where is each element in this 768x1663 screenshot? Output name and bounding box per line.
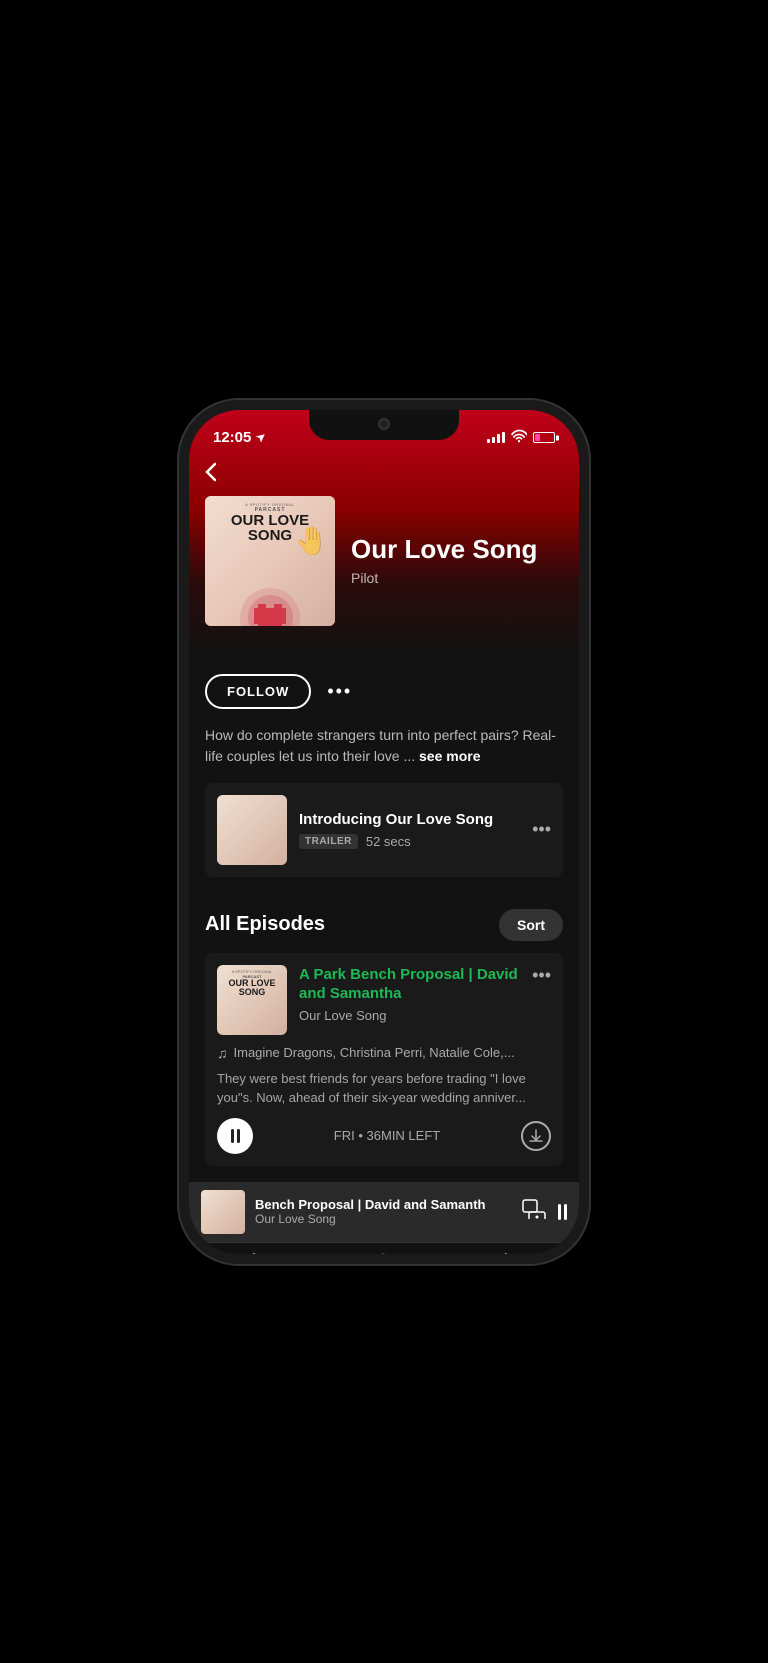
episode-description: They were best friends for years before … <box>217 1069 551 1108</box>
episode-music: ♫ Imagine Dragons, Christina Perri, Nata… <box>217 1045 551 1061</box>
podcast-subtitle: Pilot <box>351 570 563 586</box>
trailer-duration: 52 secs <box>366 834 411 849</box>
phone-screen: 12:05 <box>189 410 579 1254</box>
episode-time-left: 36MIN LEFT <box>367 1128 441 1143</box>
action-row: FOLLOW ••• <box>189 658 579 725</box>
library-icon <box>503 1251 525 1254</box>
ellipsis: ... <box>403 748 415 764</box>
nav-home[interactable]: Home <box>189 1251 319 1254</box>
notch <box>309 410 459 440</box>
music-note-icon: ♫ <box>217 1045 228 1061</box>
follow-button[interactable]: FOLLOW <box>205 674 311 709</box>
mini-info: Bench Proposal | David and Samanth Our L… <box>255 1197 512 1226</box>
status-icons <box>487 429 555 446</box>
battery-fill <box>535 434 540 441</box>
mini-thumbnail <box>201 1190 245 1234</box>
header-section: 12:05 <box>189 410 579 658</box>
episode-more-button[interactable]: ••• <box>532 965 551 986</box>
episode-controls: FRI • 36MIN LEFT <box>217 1118 551 1154</box>
episode-thumbnail: A SPOTIFY ORIGINAL PARCAST OUR LOVE SONG <box>217 965 287 1035</box>
device-button[interactable] <box>522 1199 546 1224</box>
nav-search[interactable]: Search <box>319 1251 449 1254</box>
battery-icon <box>533 432 555 443</box>
phone-frame: 12:05 <box>189 410 579 1254</box>
search-icon <box>373 1251 395 1254</box>
pause-button[interactable] <box>217 1118 253 1154</box>
nav-library[interactable]: Your Library <box>449 1251 579 1254</box>
podcast-title: Our Love Song <box>351 535 563 564</box>
trailer-badge: TRAILER <box>299 834 358 849</box>
all-episodes-title: All Episodes <box>205 913 325 936</box>
episode-music-text: Imagine Dragons, Christina Perri, Natali… <box>234 1045 515 1060</box>
more-button[interactable]: ••• <box>327 681 352 702</box>
episode-day: FRI <box>334 1128 355 1143</box>
download-icon <box>529 1129 543 1143</box>
trailer-title: Introducing Our Love Song <box>299 811 520 828</box>
trailer-meta: TRAILER 52 secs <box>299 834 520 849</box>
mini-show: Our Love Song <box>255 1212 512 1226</box>
mini-controls <box>522 1199 567 1224</box>
episode-header: A SPOTIFY ORIGINAL PARCAST OUR LOVE SONG… <box>217 965 551 1035</box>
pause-icon <box>231 1129 240 1143</box>
home-icon <box>243 1251 265 1254</box>
mini-player[interactable]: Bench Proposal | David and Samanth Our L… <box>189 1182 579 1242</box>
all-episodes-header: All Episodes Sort <box>189 893 579 953</box>
podcast-header: A SPOTIFY ORIGINAL PARCAST OUR LOVE SONG <box>189 496 579 642</box>
cover-title-our: OUR LOVE <box>231 513 309 528</box>
camera <box>378 418 390 430</box>
location-icon <box>255 432 267 444</box>
see-more-link[interactable]: see more <box>419 748 480 764</box>
trailer-more-button[interactable]: ••• <box>532 819 551 840</box>
scroll-content[interactable]: FOLLOW ••• How do complete strangers tur… <box>189 658 579 1254</box>
signal-icon <box>487 432 505 443</box>
episode-title: A Park Bench Proposal | David and Samant… <box>299 965 520 1004</box>
trailer-info: Introducing Our Love Song TRAILER 52 sec… <box>299 811 520 849</box>
wifi-icon <box>511 429 527 446</box>
description: How do complete strangers turn into perf… <box>189 725 579 783</box>
episode-meta: A Park Bench Proposal | David and Samant… <box>299 965 520 1023</box>
episode-show: Our Love Song <box>299 1008 520 1023</box>
back-button[interactable] <box>189 454 579 496</box>
trailer-thumbnail <box>217 795 287 865</box>
mini-pause-button[interactable] <box>558 1204 567 1220</box>
time-left: FRI • 36MIN LEFT <box>334 1128 440 1143</box>
bottom-nav: Home Search Your Lib <box>189 1242 579 1254</box>
cover-title-song: SONG <box>248 528 292 543</box>
podcast-info: Our Love Song Pilot <box>351 535 563 586</box>
sort-button[interactable]: Sort <box>499 909 563 941</box>
description-text: How do complete strangers turn into perf… <box>205 727 556 764</box>
mini-title: Bench Proposal | David and Samanth <box>255 1197 512 1212</box>
heart-icon <box>254 604 286 626</box>
podcast-cover: A SPOTIFY ORIGINAL PARCAST OUR LOVE SONG <box>205 496 335 626</box>
episode-card: A SPOTIFY ORIGINAL PARCAST OUR LOVE SONG… <box>205 953 563 1166</box>
trailer-card: Introducing Our Love Song TRAILER 52 sec… <box>205 783 563 877</box>
download-button[interactable] <box>521 1121 551 1151</box>
status-time: 12:05 <box>213 429 267 446</box>
time-display: 12:05 <box>213 429 251 446</box>
